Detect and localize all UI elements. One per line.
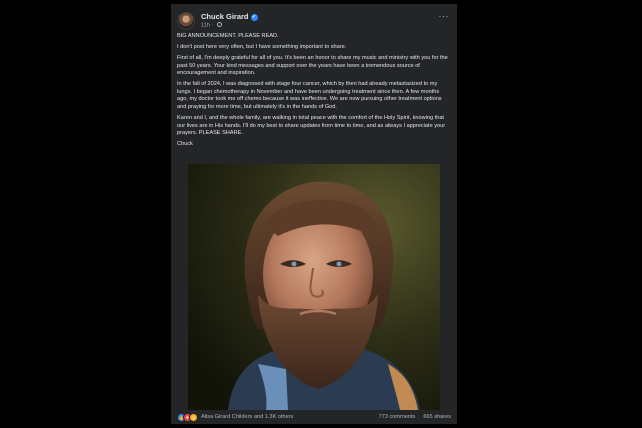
author-name-text[interactable]: Chuck Girard [201,12,249,21]
post-time[interactable]: 11h [201,23,210,29]
engagement-counts: 773 comments 665 shares [371,414,451,420]
care-icon: ☺ [189,413,198,422]
post-paragraph: In the fall of 2024, I was diagnosed wit… [177,81,442,110]
post-header: Chuck Girard ✓ 11h · ··· [177,11,451,33]
more-options-icon[interactable]: ··· [439,11,450,21]
post-body: BIG ANNOUNCEMENT. PLEASE READ. I don't p… [177,33,449,152]
author-name[interactable]: Chuck Girard ✓ [201,12,258,21]
post-meta: 11h · [201,22,222,29]
post-paragraph: First of all, I'm deeply grateful for al… [177,54,448,77]
post-card: Chuck Girard ✓ 11h · ··· BIG ANNOUNCEMENT… [171,4,457,424]
shares-count[interactable]: 665 shares [423,414,451,420]
avatar[interactable] [177,12,195,30]
post-paragraph: I don't post here very often, but I have… [177,43,347,50]
post-photo[interactable] [188,164,440,410]
comments-count[interactable]: 773 comments [379,414,416,420]
post-paragraph: BIG ANNOUNCEMENT. PLEASE READ. [177,33,279,39]
reaction-names[interactable]: Alisa Girard Childers and 1.3K others [201,414,293,420]
reaction-bar: 👍 ♥ ☺ Alisa Girard Childers and 1.3K oth… [177,409,451,423]
verified-badge-icon: ✓ [250,14,258,21]
post-paragraph: Karen and I, and the whole family, are w… [177,114,446,137]
post-signature: Chuck [177,141,193,148]
globe-icon [216,22,222,27]
